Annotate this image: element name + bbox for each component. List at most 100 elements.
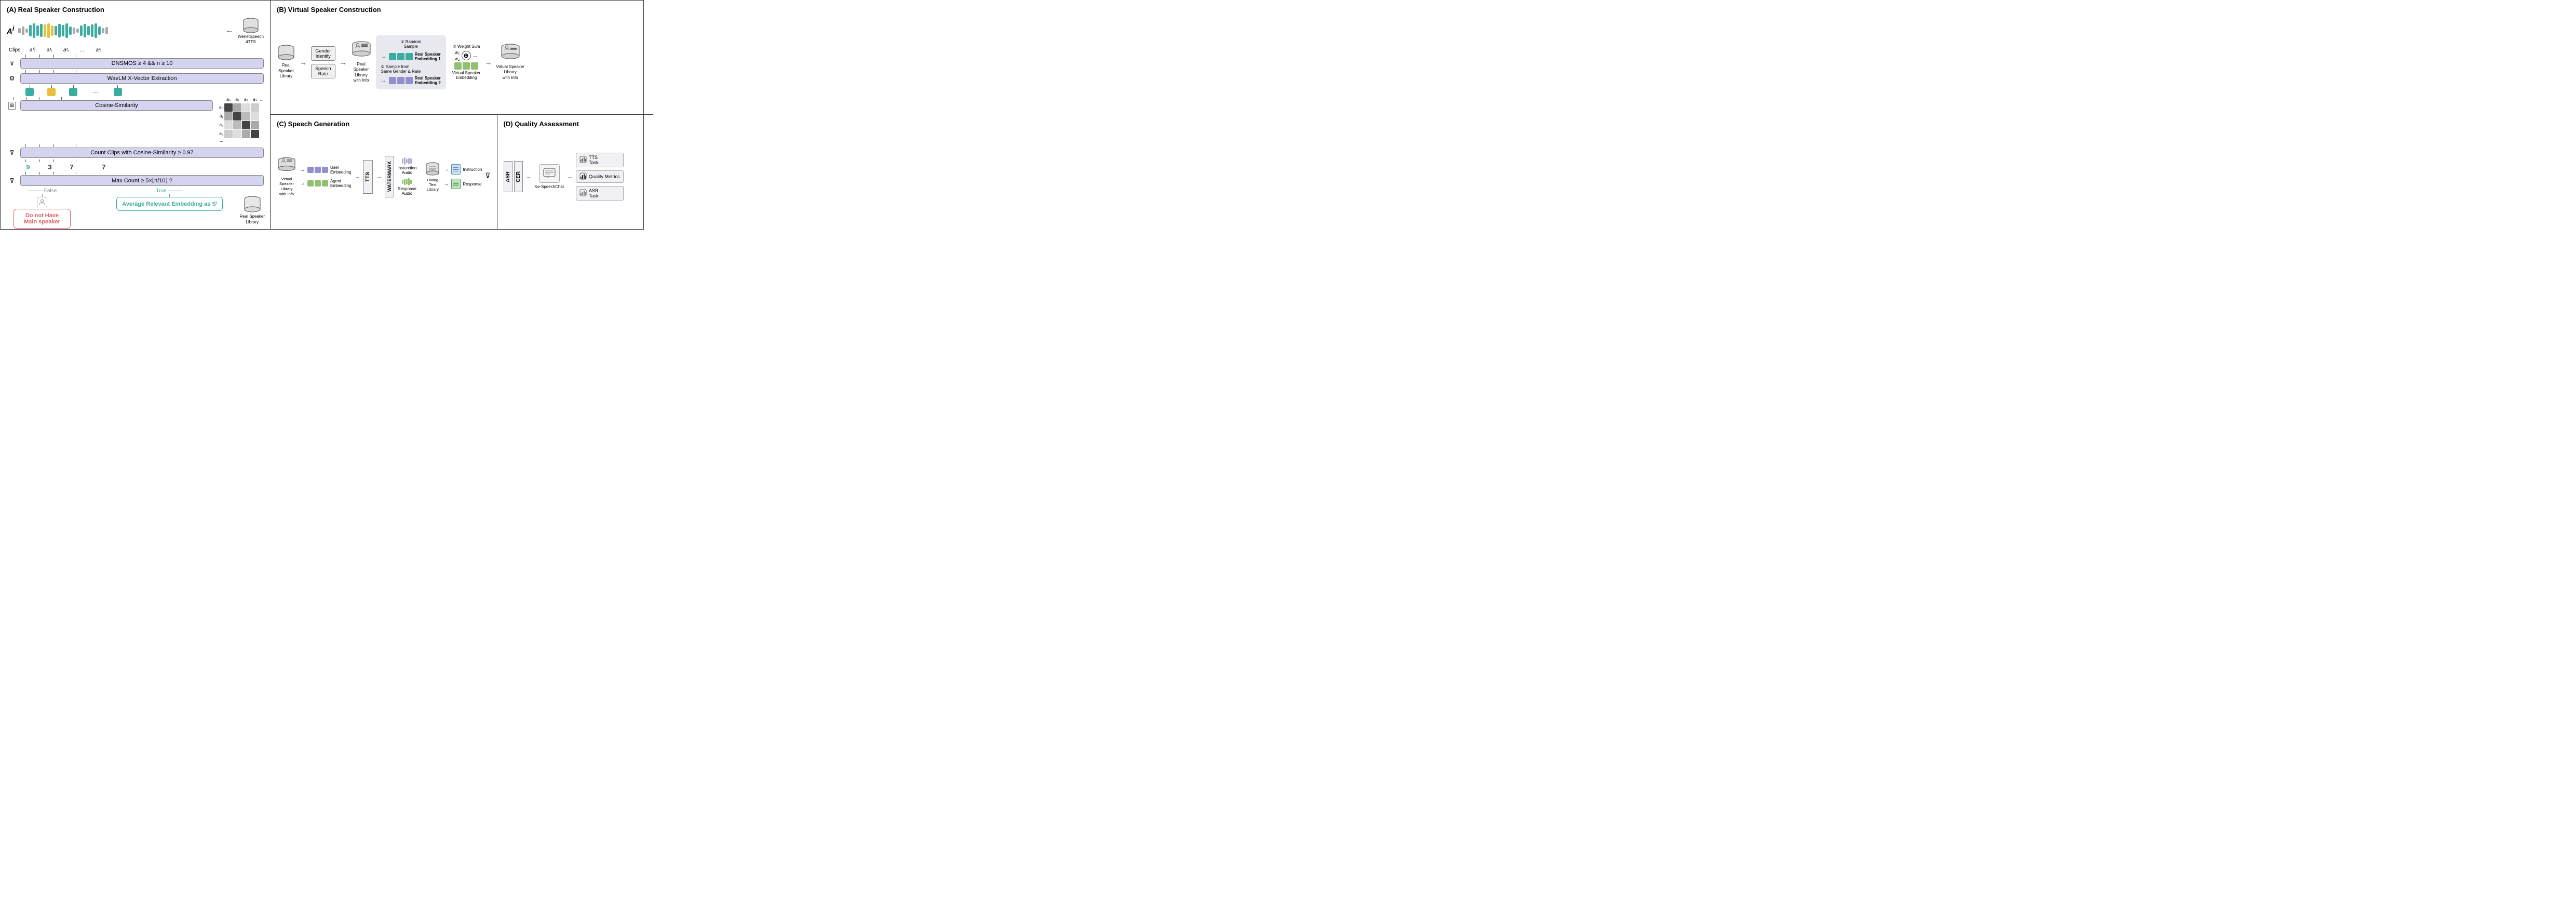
- no-main-speaker-box: Do not Have Main speaker: [14, 209, 71, 229]
- ke-speech-col: Ke-SpeechChat: [535, 164, 564, 189]
- clip-a2: a²ᵢ: [63, 47, 69, 53]
- embed1-label: Real SpeakerEmbedding 1: [415, 52, 441, 61]
- c-content: VirtualSpeakerLibrarywith Info → User Em…: [277, 131, 491, 222]
- dialog-arrows: → Instruction: [443, 164, 482, 189]
- b-rsl-info-label: RealSpeakerLibrarywith Info: [354, 62, 369, 84]
- panel-b-title: (B) Virtual Speaker Construction: [277, 6, 647, 14]
- false-label: False: [44, 188, 57, 194]
- false-branch: False Do not Have Main speaker: [11, 188, 73, 229]
- filter4-box: Count Clips with Cosine-Similarity ≥ 0.9…: [20, 148, 264, 158]
- embed2-cubes: [389, 77, 413, 84]
- c-filter-icon: ⊽: [485, 171, 490, 182]
- embedding1-row: → Real SpeakerEmbedding 1: [381, 52, 441, 61]
- bottom-row: (C) Speech Generation: [271, 115, 653, 229]
- real-speaker-label: Real SpeakerLibrary: [240, 214, 265, 225]
- count-filter-row: ⊽ Count Clips with Cosine-Similarity ≥ 0…: [7, 148, 264, 158]
- speech-rate-box: SpeechRate: [311, 64, 335, 78]
- dnsmos-row: ⊽ DNSMOS ≥ 4 && n ≥ 10: [7, 58, 264, 69]
- person-icon-false: [37, 197, 47, 207]
- instruction-doc: [451, 164, 461, 175]
- filter5-box: Max Count ≥ 5×⌊n/10⌋ ?: [20, 175, 264, 186]
- panel-c: (C) Speech Generation: [271, 115, 497, 229]
- clip-lines: [7, 55, 264, 58]
- count-3: 3: [44, 163, 56, 171]
- b-arrow2: →: [340, 58, 347, 66]
- clip-names: a⁰ᵢ a¹ᵢ a²ᵢ ... aⁿᵢ: [25, 47, 101, 53]
- tts-task-icon: [579, 156, 587, 164]
- asr-task-icon: [579, 189, 587, 197]
- count-numbers: 9 3 7 7: [7, 163, 264, 171]
- audio-waves-col: InsturctionAudio ResponseAudio: [397, 157, 416, 196]
- lines3: ...: [7, 85, 264, 96]
- d-content: ASR CER →: [504, 131, 647, 222]
- lines-to-maxcount: [7, 172, 264, 175]
- avg-embedding-box: Average Relevant Embedding as Sⁱ: [116, 197, 223, 211]
- b-real-speaker: RealSpeakerLibrary: [277, 45, 295, 79]
- asr-cer-col: ASR CER: [504, 161, 523, 192]
- b-vsl-with-info: Virtual SpeakerLibrarywith Info: [496, 44, 524, 81]
- watermark-box: WATERMARK: [385, 156, 394, 197]
- asr-task-box: ASRTask: [576, 186, 624, 201]
- cosine-row: ⊞ Cosine-Similarity a₀ a₁ a₂ a₃ ... a₀: [7, 97, 264, 143]
- d-tasks: TTSTask: [576, 153, 624, 201]
- b-identify-boxes: GenderIdentify SpeechRate: [311, 46, 335, 78]
- filter4-icon: ⊽: [7, 149, 17, 156]
- panel-d-title: (D) Quality Assessment: [504, 120, 647, 128]
- maxcount-row: ⊽ Max Count ≥ 5×⌊n/10⌋ ?: [7, 175, 264, 186]
- clip-dots: ...: [80, 47, 84, 53]
- asr-box: ASR: [504, 161, 512, 192]
- virtual-embed-label: Virtual SpeakerEmbedding: [452, 71, 481, 80]
- virtual-embed-cubes: [454, 62, 478, 70]
- filter3-icon: ⊞: [7, 102, 17, 110]
- matrix-grid: [224, 103, 264, 143]
- user-embed-row: → User Embedding: [300, 165, 351, 175]
- panel-b: (B) Virtual Speaker Construction RealSpe…: [271, 1, 653, 115]
- response-audio: ResponseAudio: [397, 178, 416, 196]
- weight-labels: w₁ w₂ ⊕ →: [455, 50, 478, 61]
- dialog-lib-label: DialogTextLibrary: [427, 178, 439, 192]
- wavlm-row: ⚙ WavLM X-Vector Extraction: [7, 73, 264, 84]
- tts-box: TTS: [363, 160, 373, 194]
- response-audio-label: ResponseAudio: [398, 186, 416, 196]
- filter5-icon: ⊽: [7, 177, 17, 184]
- w1-label: w₁: [455, 50, 460, 55]
- cosine-matrix: a₀ a₁ a₂ a₃ ... a₀ a₁ a₂ a₃ ...: [217, 97, 264, 143]
- embed1-cubes: [389, 53, 413, 60]
- quality-metrics-icon: [579, 172, 587, 181]
- c-vsl-label: VirtualSpeakerLibrarywith Info: [279, 177, 294, 197]
- step1-label: ① RandomSample: [381, 39, 441, 49]
- agent-embed-row: → Agent Embedding: [300, 179, 351, 188]
- right-side: (B) Virtual Speaker Construction RealSpe…: [271, 1, 653, 229]
- b-content: RealSpeakerLibrary → GenderIdentify Spee…: [277, 17, 647, 108]
- instruction-label: Instruction: [463, 167, 482, 172]
- panel-c-title: (C) Speech Generation: [277, 120, 491, 128]
- count-lines: [7, 144, 264, 147]
- waveform: [18, 23, 221, 38]
- clip-an: aⁿᵢ: [96, 47, 101, 53]
- response-doc: [451, 179, 461, 189]
- dialog-lib: DialogTextLibrary: [425, 162, 440, 192]
- b-arrow1: →: [300, 58, 307, 66]
- b-rsl-label: RealSpeakerLibrary: [278, 63, 294, 79]
- clips-row: Clips a⁰ᵢ a¹ᵢ a²ᵢ ... aⁿᵢ: [7, 47, 264, 53]
- b-shaded-area: ① RandomSample → Real SpeakerEmbedding 1: [376, 35, 446, 89]
- instruction-audio-label: InsturctionAudio: [397, 166, 416, 175]
- panel-a: (A) Real Speaker Construction Ai: [1, 1, 271, 229]
- agent-embed-label: Agent Embedding: [330, 179, 351, 188]
- tts-task-box: TTSTask: [576, 153, 624, 167]
- filter1-box: DNSMOS ≥ 4 && n ≥ 10: [20, 58, 264, 69]
- step2-label: ② Sample fromSame Gender & Rate: [381, 64, 441, 74]
- true-label: True: [156, 188, 166, 194]
- quality-metrics-box: Quality Metrics: [576, 170, 624, 183]
- lines2: [7, 70, 264, 73]
- ke-speech-label: Ke-SpeechChat: [535, 184, 564, 189]
- w2-label: w₂: [455, 56, 460, 61]
- waveform-row: Ai: [7, 17, 264, 44]
- vsl-info-label: Virtual SpeakerLibrarywith Info: [496, 64, 524, 81]
- b-rsl-with-info: RealSpeakerLibrarywith Info: [351, 41, 372, 84]
- panel-a-title: (A) Real Speaker Construction: [7, 6, 264, 14]
- count-7b: 7: [98, 163, 110, 171]
- instruction-audio: InsturctionAudio: [397, 157, 416, 175]
- plus-circle: ⊕: [462, 51, 471, 60]
- c-vsl: VirtualSpeakerLibrarywith Info: [277, 157, 296, 197]
